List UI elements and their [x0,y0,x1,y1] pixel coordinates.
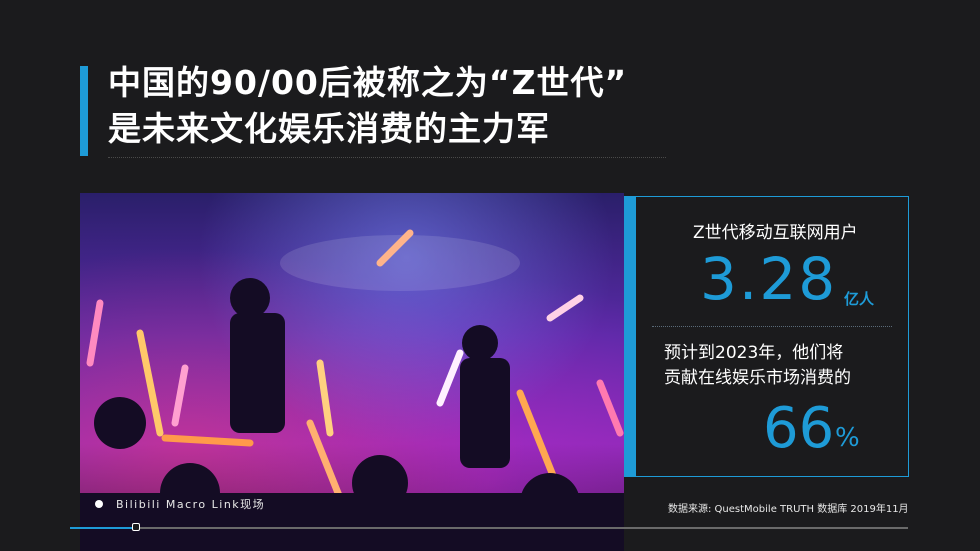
playback-progress-handle[interactable] [132,523,141,531]
forecast-text: 预计到2023年，他们将 贡献在线娱乐市场消费的 [664,341,894,391]
forecast-line-2: 贡献在线娱乐市场消费的 [664,368,851,388]
caption-bullet-icon [95,500,103,508]
stat-value: 3.28 [700,245,838,313]
stat-label: Z世代移动互联网用户 [693,223,858,243]
title-divider [108,157,666,158]
title-line-2: 是未来文化娱乐消费的主力军 [108,109,550,148]
data-source: 数据来源: QuestMobile TRUTH 数据库 2019年11月 [668,504,909,515]
title-accent-bar [80,66,88,156]
forecast-line-1: 预计到2023年，他们将 [664,343,844,363]
title-line-1: 中国的90/00后被称之为“Z世代” [108,63,628,102]
forecast-unit: % [835,423,860,453]
playback-progress-fill [70,527,137,529]
playback-progress-track[interactable] [70,527,908,529]
photo-caption: Bilibili Macro Link现场 [116,498,266,511]
stat-unit: 亿人 [844,290,875,308]
page-title: 中国的90/00后被称之为“Z世代” 是未来文化娱乐消费的主力军 [108,60,627,152]
forecast-value: 66 [763,396,835,461]
info-accent-bar [624,196,636,477]
stats-divider [652,326,892,327]
